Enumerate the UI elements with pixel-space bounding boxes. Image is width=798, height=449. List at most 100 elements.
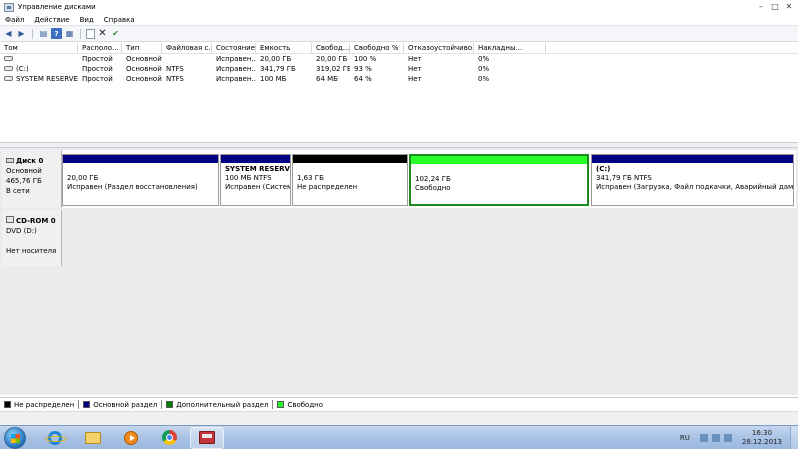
taskbar-app-ie[interactable] [38,427,72,449]
forward-arrow-icon[interactable]: ▶ [16,28,27,39]
list-view-icon[interactable]: ▤ [38,28,49,39]
legend-item: Не распределен [4,401,74,409]
partition-size: 20,00 ГБ [67,174,99,182]
legend-item: Дополнительный раздел [166,401,268,409]
column-header-filesystem[interactable]: Файловая с... [162,43,212,53]
window-title: Управление дисками [18,3,96,11]
volume-icon [4,66,13,71]
start-button[interactable] [4,426,26,449]
clock[interactable]: 16:30 28.12.2013 [742,429,782,447]
partition-size: 341,79 ГБ NTFS [596,174,652,182]
cdrom-0-row: CD-ROM 0 DVD (D:) Нет носителя [2,210,796,266]
menu-view[interactable]: Вид [75,16,99,24]
tray-up-arrow-icon[interactable] [699,434,708,442]
help-icon[interactable]: ? [51,28,62,39]
partition-bar [293,155,407,163]
menu-file[interactable]: Файл [0,16,29,24]
partition-status: Исправен (Раздел восстановления) [67,183,198,191]
legend-label: Свободно [287,400,324,409]
percent-free-cell: 93 % [354,65,372,73]
status-cell: Исправен... [216,65,256,73]
column-header-volume[interactable]: Том [0,43,78,53]
hard-disk-icon [6,158,14,163]
properties-icon[interactable] [86,28,95,39]
menu-action[interactable]: Действие [29,16,74,24]
layout-cell: Простой [82,65,113,73]
disk-view-icon[interactable]: ▦ [64,28,75,39]
check-disk-icon[interactable]: ✔ [110,28,121,39]
partition-status: Не распределен [297,183,358,191]
column-header-fault-tolerance[interactable]: Отказоустойчиво... [404,43,474,53]
taskbar-app-chrome[interactable] [152,427,186,449]
partition-recovery[interactable]: 20,00 ГБ Исправен (Раздел восстановления… [62,154,219,206]
partition-label [415,166,587,175]
disk-management-app-icon [4,2,14,12]
partition-status: Исправен (Загрузка, Файл подкачки, Авари… [596,183,793,191]
partition-bar [592,155,793,163]
taskbar-app-media[interactable] [114,427,148,449]
minimize-icon[interactable]: – [756,2,766,11]
language-indicator[interactable]: RU [680,434,690,442]
disk-0-info[interactable]: Диск 0 Основной 465,76 ГБ В сети [2,150,62,208]
partition-size: 1,63 ГБ [297,174,324,182]
volume-name: (C:) [16,65,29,73]
table-row[interactable]: Простой Основной Исправен... 20,00 ГБ 20… [0,54,798,64]
internet-explorer-icon [45,430,67,445]
volume-cell: SYSTEM RESERVED [0,74,78,84]
free-space-cell: 64 МБ [316,75,338,83]
partition-c-drive[interactable]: (C:) 341,79 ГБ NTFS Исправен (Загрузка, … [591,154,794,206]
partition-label [67,165,218,174]
type-cell: Основной [126,75,162,83]
back-arrow-icon[interactable]: ◀ [3,28,14,39]
status-cell: Исправен... [216,55,256,63]
column-header-status[interactable]: Состояние [212,43,256,53]
legend-label: Дополнительный раздел [176,400,269,409]
disk-name: CD-ROM 0 [16,217,56,225]
disk-graphical-view: Диск 0 Основной 465,76 ГБ В сети 20,00 Г… [0,148,798,395]
menu-help[interactable]: Справка [99,16,140,24]
cdrom-0-info[interactable]: CD-ROM 0 DVD (D:) Нет носителя [2,210,62,266]
media-player-icon [124,430,138,445]
disk-status: В сети [6,187,30,195]
disk-name: Диск 0 [16,157,44,165]
column-header-percent-free[interactable]: Свободно % [350,43,404,53]
filesystem-cell: NTFS [166,75,184,83]
overhead-cell: 0% [478,75,490,83]
taskbar-app-disk-management[interactable] [190,426,224,449]
toolbar-divider [32,28,33,39]
table-row[interactable]: (C:) Простой Основной NTFS Исправен... 3… [0,64,798,74]
menu-bar: Файл Действие Вид Справка [0,14,798,26]
partition-size: 100 МБ NTFS [225,174,272,182]
taskbar-app-explorer[interactable] [76,427,110,449]
legend-divider [272,400,274,409]
toolbar: ◀ ▶ ▤ ? ▦ ✕ ✔ [0,26,798,42]
layout-cell: Простой [82,55,113,63]
table-row[interactable]: SYSTEM RESERVED Простой Основной NTFS Ис… [0,74,798,84]
partition-status: Исправен (Система [225,183,290,191]
close-icon[interactable]: ✕ [784,2,794,11]
show-desktop-button[interactable] [790,426,798,449]
filesystem-cell: NTFS [166,65,184,73]
partition-free-space[interactable]: 102,24 ГБ Свободно [409,154,589,206]
delete-icon[interactable]: ✕ [97,28,108,39]
toolbar-divider [80,28,81,39]
partition-label: (C:) [596,165,611,173]
partition-bar [63,155,218,163]
partition-unallocated[interactable]: 1,63 ГБ Не распределен [292,154,408,206]
fault-tolerance-cell: Нет [408,65,422,73]
maximize-icon[interactable]: □ [770,2,780,11]
disk-type: Основной [6,167,42,175]
column-header-layout[interactable]: Располо... [78,43,122,53]
volume-icon[interactable] [723,434,732,442]
column-header-type[interactable]: Тип [122,43,162,53]
chrome-icon [161,430,177,445]
partition-system-reserved[interactable]: SYSTEM RESERVED 100 МБ NTFS Исправен (Си… [220,154,291,206]
volume-name: SYSTEM RESERVED [16,75,78,83]
column-header-free-space[interactable]: Свобод... [312,43,350,53]
network-icon[interactable] [711,434,720,442]
status-cell: Исправен... [216,75,256,83]
partition-status: Свободно [415,184,451,192]
column-header-overhead[interactable]: Накладны... [474,43,546,53]
column-header-capacity[interactable]: Емкость [256,43,312,53]
type-cell: Основной [126,55,162,63]
